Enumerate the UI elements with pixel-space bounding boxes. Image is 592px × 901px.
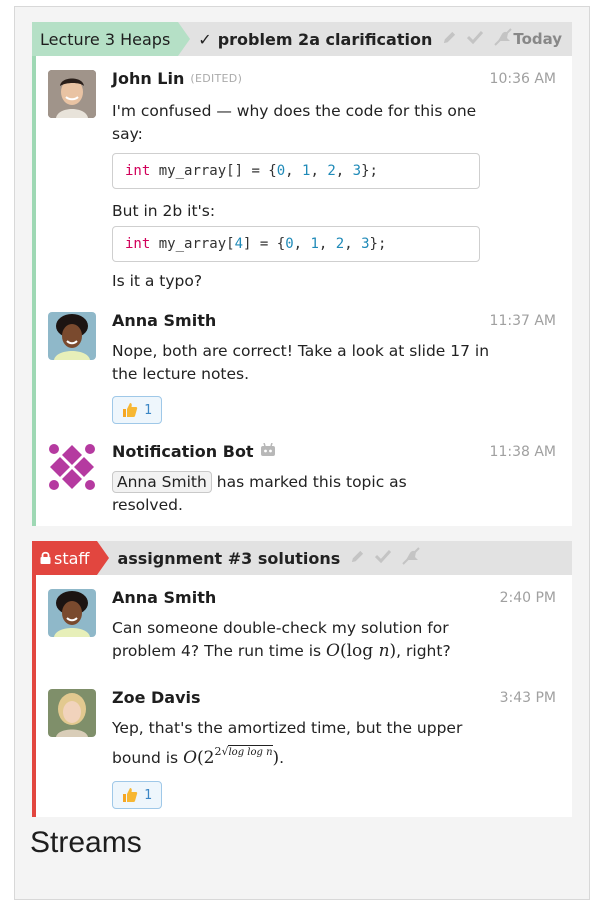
stream-color-stripe <box>32 56 36 526</box>
code-text: , <box>293 236 311 252</box>
code-text: , <box>335 163 353 179</box>
recipient-bar-lecture: Lecture 3 Heaps ✓ problem 2a clarificati… <box>32 22 572 56</box>
stream-color-stripe <box>32 575 36 817</box>
code-number: 2 <box>335 236 345 252</box>
thumbs-up-icon <box>122 787 138 803</box>
message-text: Anna Smith has marked this topic as reso… <box>112 471 452 517</box>
mute-icon[interactable] <box>401 547 421 569</box>
edited-tag: (EDITED) <box>190 72 243 85</box>
code-text: , <box>310 163 328 179</box>
message-text: Yep, that's the amortized time, but the … <box>112 717 492 770</box>
lock-icon <box>40 549 51 568</box>
avatar-notification-bot[interactable] <box>48 443 96 491</box>
code-text: ] = { <box>243 236 286 252</box>
stream-name: Lecture 3 Heaps <box>40 29 171 49</box>
code-number: 1 <box>310 236 319 252</box>
code-keyword: int <box>125 236 151 252</box>
avatar-anna-smith[interactable] <box>48 312 96 360</box>
code-number: 0 <box>285 236 294 252</box>
topic-label: problem 2a clarification <box>217 29 433 49</box>
code-block: int my_array[4] = {0, 1, 2, 3}; <box>112 226 480 262</box>
reaction-count: 1 <box>144 402 152 418</box>
sender-name[interactable]: Zoe Davis <box>112 688 201 707</box>
bot-icon <box>260 442 276 461</box>
code-text: my_array[ <box>150 236 235 252</box>
message-time[interactable]: 3:43 PM <box>500 690 556 706</box>
message-group-lecture: John Lin (EDITED) 10:36 AM I'm confused … <box>32 56 572 526</box>
code-text: }; <box>369 236 387 252</box>
sender-label: Notification Bot <box>112 442 254 461</box>
code-keyword: int <box>125 163 151 179</box>
topic-name[interactable]: assignment #3 solutions <box>117 549 340 568</box>
sender-label: Zoe Davis <box>112 688 201 707</box>
avatar-zoe-davis[interactable] <box>48 689 96 737</box>
reaction-thumbs-up[interactable]: 1 <box>112 781 162 809</box>
sender-label: John Lin <box>112 69 185 88</box>
check-icon[interactable] <box>467 30 484 48</box>
code-number: 3 <box>352 163 362 179</box>
code-number: 0 <box>276 163 286 179</box>
pencil-icon[interactable] <box>442 30 457 49</box>
stream-name: staff <box>54 548 90 568</box>
sender-label: Anna Smith <box>112 588 217 607</box>
streams-heading: Streams <box>30 826 142 859</box>
sender-name[interactable]: John Lin (EDITED) <box>112 69 242 88</box>
stream-label-lecture[interactable]: Lecture 3 Heaps <box>32 22 191 56</box>
sender-name[interactable]: Notification Bot <box>112 442 276 461</box>
topic-name[interactable]: ✓ problem 2a clarification <box>198 30 432 49</box>
message-time[interactable]: 10:36 AM <box>490 71 556 87</box>
sender-label: Anna Smith <box>112 311 217 330</box>
topic-label: assignment #3 solutions <box>117 548 341 568</box>
code-number: 4 <box>234 236 244 252</box>
date-label: Today <box>513 30 563 48</box>
pencil-icon[interactable] <box>350 549 365 568</box>
code-number: 1 <box>302 163 311 179</box>
code-text: }; <box>361 163 378 179</box>
message-text: I'm confused — why does the code for thi… <box>112 102 477 143</box>
message-time[interactable]: 11:37 AM <box>490 313 556 329</box>
reaction-count: 1 <box>144 787 152 803</box>
message-text-content: . <box>279 749 285 767</box>
code-number: 3 <box>361 236 370 252</box>
mute-icon[interactable] <box>493 28 513 50</box>
math-expression: O(22√log log n) <box>183 745 280 768</box>
sender-name[interactable]: Anna Smith <box>112 311 216 330</box>
sender-name[interactable]: Anna Smith <box>112 588 216 607</box>
message-text: Is it a typo? <box>112 272 203 290</box>
code-text: , <box>318 236 336 252</box>
user-mention[interactable]: Anna Smith <box>112 471 212 493</box>
message-text-content: Yep, that's the amortized time, but the … <box>112 719 463 767</box>
reaction-thumbs-up[interactable]: 1 <box>112 396 162 424</box>
avatar-john-lin[interactable] <box>48 70 96 118</box>
thumbs-up-icon <box>122 402 138 418</box>
message-text-content: , right? <box>396 642 451 660</box>
code-text: , <box>285 163 303 179</box>
message-text: Nope, both are correct! Take a look at s… <box>112 342 490 383</box>
resolved-check-icon: ✓ <box>198 29 212 49</box>
math-expression: O(log n) <box>326 641 397 661</box>
message-time[interactable]: 11:38 AM <box>490 444 556 460</box>
message-time[interactable]: 2:40 PM <box>500 590 556 606</box>
message-group-staff: Anna Smith 2:40 PM Can someone double-ch… <box>32 575 572 817</box>
message-text: Can someone double-check my solution for… <box>112 617 502 663</box>
message-text: But in 2b it's: <box>112 202 216 220</box>
recipient-bar-staff: staff assignment #3 solutions <box>32 541 572 575</box>
avatar-anna-smith[interactable] <box>48 589 96 637</box>
code-number: 2 <box>327 163 336 179</box>
code-text: , <box>344 236 362 252</box>
code-text: my_array[] = { <box>150 163 277 179</box>
check-icon[interactable] <box>375 549 392 567</box>
code-block: int my_array[] = {0, 1, 2, 3}; <box>112 153 480 189</box>
stream-label-staff[interactable]: staff <box>32 541 110 575</box>
